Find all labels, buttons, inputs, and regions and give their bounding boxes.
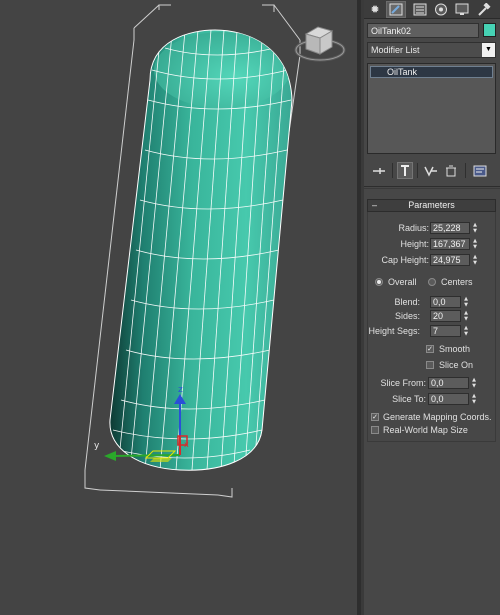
display-tab[interactable] — [452, 1, 472, 18]
oiltank-mesh — [109, 29, 293, 471]
motion-icon — [435, 3, 447, 16]
hierarchy-tab[interactable] — [410, 1, 430, 18]
real-world-map-size-checkbox[interactable] — [371, 426, 379, 434]
slice-on-label: Slice On — [439, 360, 474, 370]
modify-icon — [389, 3, 403, 16]
gizmo-z-label: z — [178, 385, 183, 395]
generate-mapping-checkbox[interactable]: ✓ — [371, 413, 379, 421]
height-segs-spinner-arrows[interactable]: ▲ ▼ — [462, 325, 470, 337]
overall-label: Overall — [388, 277, 417, 287]
real-world-map-size-label: Real-World Map Size — [383, 425, 468, 435]
blend-label: Blend: — [394, 297, 420, 307]
sides-label: Sides: — [394, 311, 420, 321]
overall-radio[interactable] — [375, 278, 383, 286]
sides-spinner-arrows[interactable]: ▲ ▼ — [462, 310, 470, 322]
cap-height-field[interactable]: 24,975 — [430, 254, 470, 266]
height-spinner-arrows[interactable]: ▲ ▼ — [471, 238, 479, 250]
parameters-title: Parameters — [408, 200, 455, 210]
sides-field[interactable]: 20 — [430, 310, 461, 322]
height-label: Height: — [400, 239, 429, 249]
slice-from-field[interactable]: 0,0 — [428, 377, 469, 389]
command-panel-tabs: ✹ — [364, 0, 500, 19]
utilities-tab[interactable] — [474, 1, 494, 18]
radius-spinner-arrows[interactable]: ▲ ▼ — [471, 222, 479, 234]
radius-field[interactable]: 25,228 — [430, 222, 470, 234]
centers-radio[interactable] — [428, 278, 436, 286]
remove-modifier-icon[interactable] — [443, 162, 459, 179]
modifier-stack[interactable]: OilTank — [367, 63, 496, 154]
slice-to-label: Slice To: — [392, 394, 426, 404]
parameters-rollout-header[interactable]: – Parameters — [367, 199, 496, 212]
collapse-icon: – — [372, 200, 378, 210]
object-name-field[interactable]: OilTank02 — [367, 23, 479, 38]
display-icon — [455, 3, 469, 15]
slice-to-spinner-arrows[interactable]: ▲ ▼ — [470, 393, 478, 405]
generate-mapping-label: Generate Mapping Coords. — [383, 412, 492, 422]
create-tab[interactable]: ✹ — [365, 1, 385, 18]
object-color-swatch[interactable] — [483, 23, 496, 37]
chevron-down-icon[interactable]: ▼ — [482, 43, 495, 57]
slice-from-label: Slice From: — [380, 378, 426, 388]
modifier-stack-toolbar — [364, 160, 500, 182]
cap-height-label: Cap Height: — [381, 255, 429, 265]
hammer-icon — [478, 3, 491, 16]
motion-tab[interactable] — [431, 1, 451, 18]
command-panel: ✹ OilTank02 Modifier List ▼ OilTank – Pa… — [364, 0, 500, 615]
modifier-list-dropdown[interactable]: Modifier List ▼ — [367, 42, 496, 58]
stack-item-oiltank[interactable]: OilTank — [370, 66, 493, 78]
gizmo-y-label: y — [94, 441, 100, 451]
height-segs-label: Height Segs: — [368, 326, 420, 336]
modify-tab[interactable] — [386, 1, 406, 18]
modifier-list-label: Modifier List — [371, 45, 420, 55]
smooth-label: Smooth — [439, 344, 471, 354]
cap-height-spinner-arrows[interactable]: ▲ ▼ — [471, 254, 479, 266]
make-unique-icon[interactable] — [422, 162, 440, 179]
slice-from-spinner-arrows[interactable]: ▲ ▼ — [470, 377, 478, 389]
centers-label: Centers — [441, 277, 473, 287]
sun-icon: ✹ — [370, 3, 380, 16]
smooth-checkbox[interactable]: ✓ — [426, 345, 434, 353]
radius-label: Radius: — [398, 223, 429, 233]
hierarchy-icon — [413, 3, 427, 16]
height-field[interactable]: 167,367 — [430, 238, 470, 250]
divider — [364, 186, 500, 187]
blend-field[interactable]: 0,0 — [430, 296, 461, 308]
slice-to-field[interactable]: 0,0 — [428, 393, 469, 405]
show-end-result-icon[interactable] — [397, 162, 413, 179]
slice-on-checkbox[interactable] — [426, 361, 434, 369]
height-segs-field[interactable]: 7 — [430, 325, 461, 337]
viewport-canvas: z y x — [84, 4, 346, 498]
viewcube — [294, 26, 346, 62]
configure-modifier-sets-icon[interactable] — [471, 162, 489, 179]
gizmo-x-label: x — [184, 440, 189, 449]
perspective-viewport[interactable]: z y x — [0, 0, 357, 615]
pin-stack-icon[interactable] — [370, 162, 388, 179]
divider — [364, 188, 500, 189]
blend-spinner-arrows[interactable]: ▲ ▼ — [462, 296, 470, 308]
